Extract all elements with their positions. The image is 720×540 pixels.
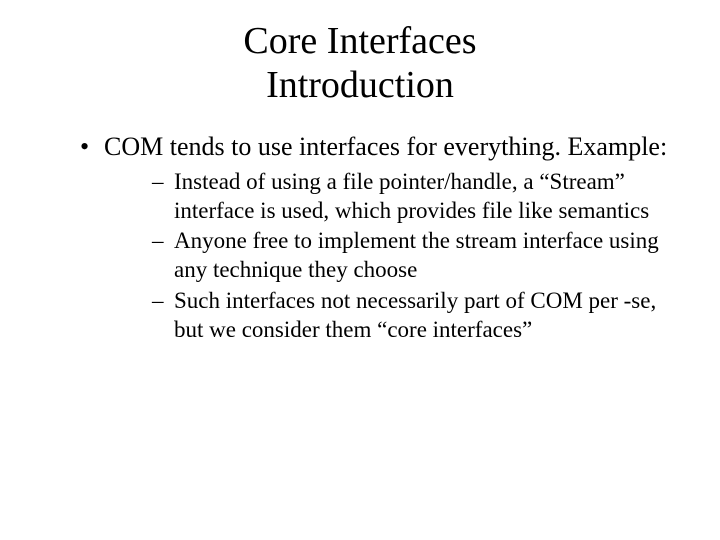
title-line-1: Core Interfaces (243, 20, 476, 62)
sub-item: Instead of using a file pointer/handle, … (152, 168, 670, 226)
sub-item: Anyone free to implement the stream inte… (152, 227, 670, 285)
bullet-text: COM tends to use interfaces for everythi… (104, 132, 667, 161)
title-line-2: Introduction (266, 64, 454, 106)
bullet-list: COM tends to use interfaces for everythi… (50, 131, 670, 344)
sub-text: Anyone free to implement the stream inte… (174, 228, 659, 282)
sub-text: Instead of using a file pointer/handle, … (174, 169, 649, 223)
slide-title: Core Interfaces Introduction (50, 20, 670, 107)
sub-item: Such interfaces not necessarily part of … (152, 287, 670, 345)
sub-list: Instead of using a file pointer/handle, … (104, 168, 670, 345)
bullet-item: COM tends to use interfaces for everythi… (80, 131, 670, 344)
sub-text: Such interfaces not necessarily part of … (174, 288, 656, 342)
